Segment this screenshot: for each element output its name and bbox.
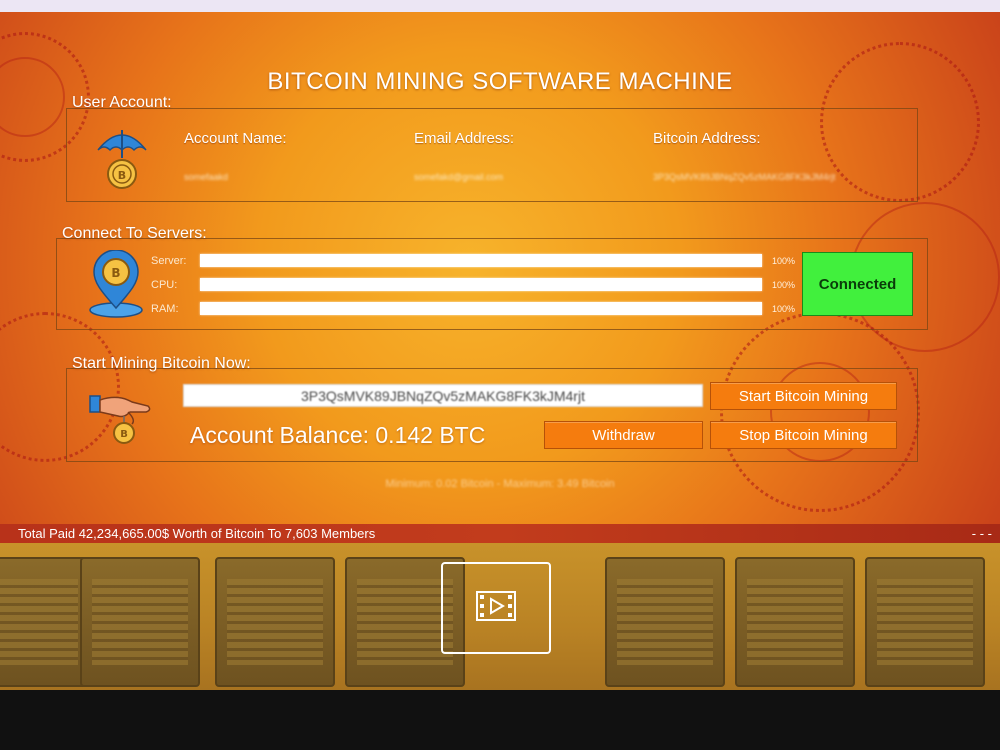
mining-rig-image xyxy=(735,557,855,687)
withdraw-button[interactable]: Withdraw xyxy=(544,421,703,449)
film-play-icon xyxy=(476,590,516,626)
withdraw-limits: Minimum: 0.02 Bitcoin - Maximum: 3.49 Bi… xyxy=(385,478,615,490)
mining-rig-image xyxy=(80,557,200,687)
video-play-button[interactable] xyxy=(441,562,551,654)
user-account-group xyxy=(66,108,918,202)
mining-rig-image xyxy=(865,557,985,687)
cpu-progress-bar xyxy=(200,278,762,291)
svg-text:B: B xyxy=(118,169,126,182)
svg-text:B: B xyxy=(111,266,120,280)
ram-row-label: RAM: xyxy=(151,303,179,315)
umbrella-coin-icon: B xyxy=(94,122,150,197)
bottom-bar xyxy=(0,690,1000,750)
account-balance: Account Balance: 0.142 BTC xyxy=(190,422,486,448)
top-strip xyxy=(0,0,1000,12)
hand-coin-icon: B xyxy=(88,390,154,451)
bitcoin-address-value: 3P3QsMVK89JBNqZQv5zMAKG8FK3kJM4rjt xyxy=(653,172,836,182)
mining-rig-image xyxy=(605,557,725,687)
payout-ticker-text: Total Paid 42,234,665.00$ Worth of Bitco… xyxy=(18,526,376,541)
account-name-value: somefaakd xyxy=(184,172,229,182)
mining-app-panel: BITCOIN MINING SOFTWARE MACHINE User Acc… xyxy=(0,12,1000,543)
user-account-label: User Account: xyxy=(72,94,172,111)
account-name-label: Account Name: xyxy=(184,130,287,147)
bitcoin-address-label: Bitcoin Address: xyxy=(653,130,761,147)
svg-text:B: B xyxy=(120,429,128,440)
page-title: BITCOIN MINING SOFTWARE MACHINE xyxy=(267,68,733,95)
bitcoin-address-input[interactable]: 3P3QsMVK89JBNqZQv5zMAKG8FK3kJM4rjt xyxy=(183,384,703,407)
video-banner xyxy=(0,543,1000,690)
ticker-dashes: - - - xyxy=(971,526,992,541)
payout-ticker: Total Paid 42,234,665.00$ Worth of Bitco… xyxy=(0,524,1000,543)
ram-percent: 100% xyxy=(772,304,796,314)
mining-label: Start Mining Bitcoin Now: xyxy=(72,355,251,372)
start-mining-button[interactable]: Start Bitcoin Mining xyxy=(710,382,897,410)
email-address-value: somefakd@gmail.com xyxy=(414,172,504,182)
connection-status-badge: Connected xyxy=(802,252,913,316)
server-progress-bar xyxy=(200,254,762,267)
cpu-row-label: CPU: xyxy=(151,279,178,291)
cpu-percent: 100% xyxy=(772,280,796,290)
server-percent: 100% xyxy=(772,256,796,266)
location-pin-coin-icon: B xyxy=(86,249,146,325)
servers-label: Connect To Servers: xyxy=(62,225,207,242)
email-address-label: Email Address: xyxy=(414,130,515,147)
stop-mining-button[interactable]: Stop Bitcoin Mining xyxy=(710,421,897,449)
ram-progress-bar xyxy=(200,302,762,315)
mining-rig-image xyxy=(0,557,90,687)
mining-rig-image xyxy=(215,557,335,687)
server-row-label: Server: xyxy=(151,255,187,267)
